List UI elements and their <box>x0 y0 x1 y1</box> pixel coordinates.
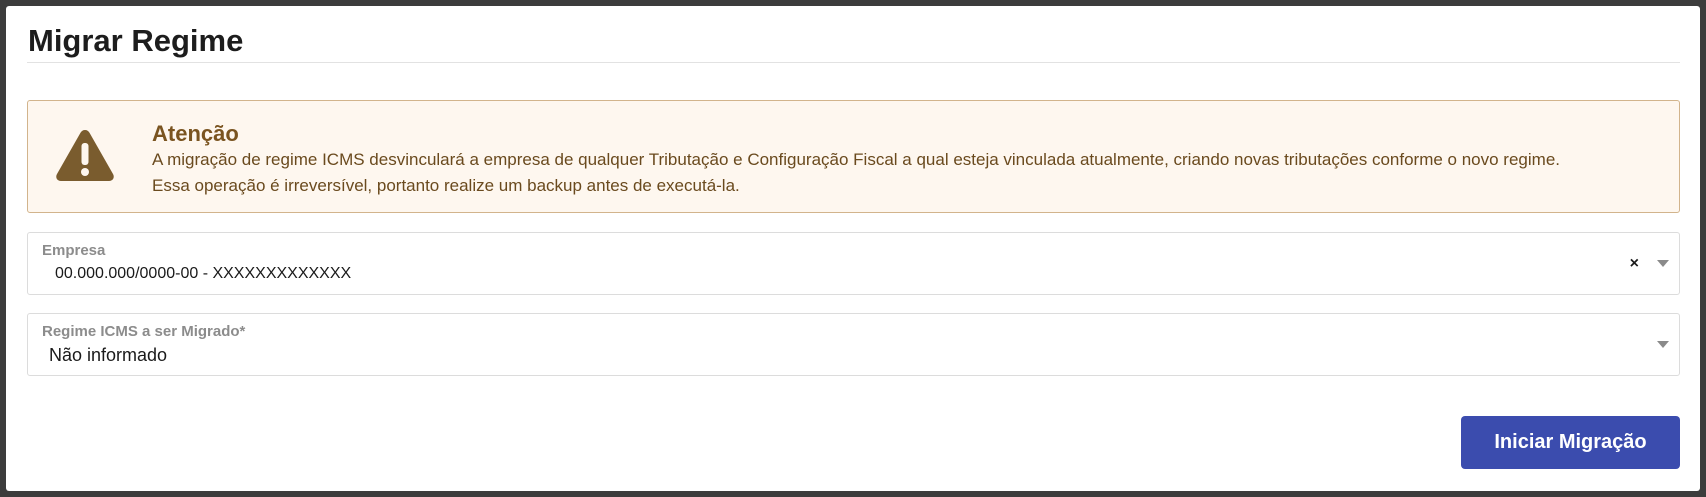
dialog-title: Migrar Regime <box>28 23 244 58</box>
iniciar-migracao-button[interactable]: Iniciar Migração <box>1461 416 1680 469</box>
regime-icms-label: Regime ICMS a ser Migrado* <box>42 323 246 340</box>
alert-title: Atenção <box>152 121 239 146</box>
alert-message: A migração de regime ICMS desvinculará a… <box>152 147 1672 199</box>
warning-triangle-icon <box>56 130 114 181</box>
migrar-regime-dialog: Migrar Regime Atenção A migração de regi… <box>6 6 1700 491</box>
chevron-down-icon[interactable] <box>1657 260 1669 267</box>
chevron-down-icon[interactable] <box>1657 341 1669 348</box>
empresa-select[interactable]: Empresa 00.000.000/0000-00 - XXXXXXXXXXX… <box>27 232 1680 295</box>
regime-icms-selected-value[interactable]: Não informado <box>49 344 167 366</box>
alert-message-line-1: A migração de regime ICMS desvinculará a… <box>152 150 1560 169</box>
clear-icon[interactable]: × <box>1630 255 1639 273</box>
regime-icms-select[interactable]: Regime ICMS a ser Migrado* Não informado <box>27 313 1680 376</box>
title-divider <box>27 62 1680 63</box>
empresa-label: Empresa <box>42 242 106 259</box>
empresa-selected-value[interactable]: 00.000.000/0000-00 - XXXXXXXXXXXXX <box>55 263 351 285</box>
warning-alert: Atenção A migração de regime ICMS desvin… <box>27 100 1680 213</box>
alert-message-line-2: Essa operação é irreversível, portanto r… <box>152 176 740 195</box>
